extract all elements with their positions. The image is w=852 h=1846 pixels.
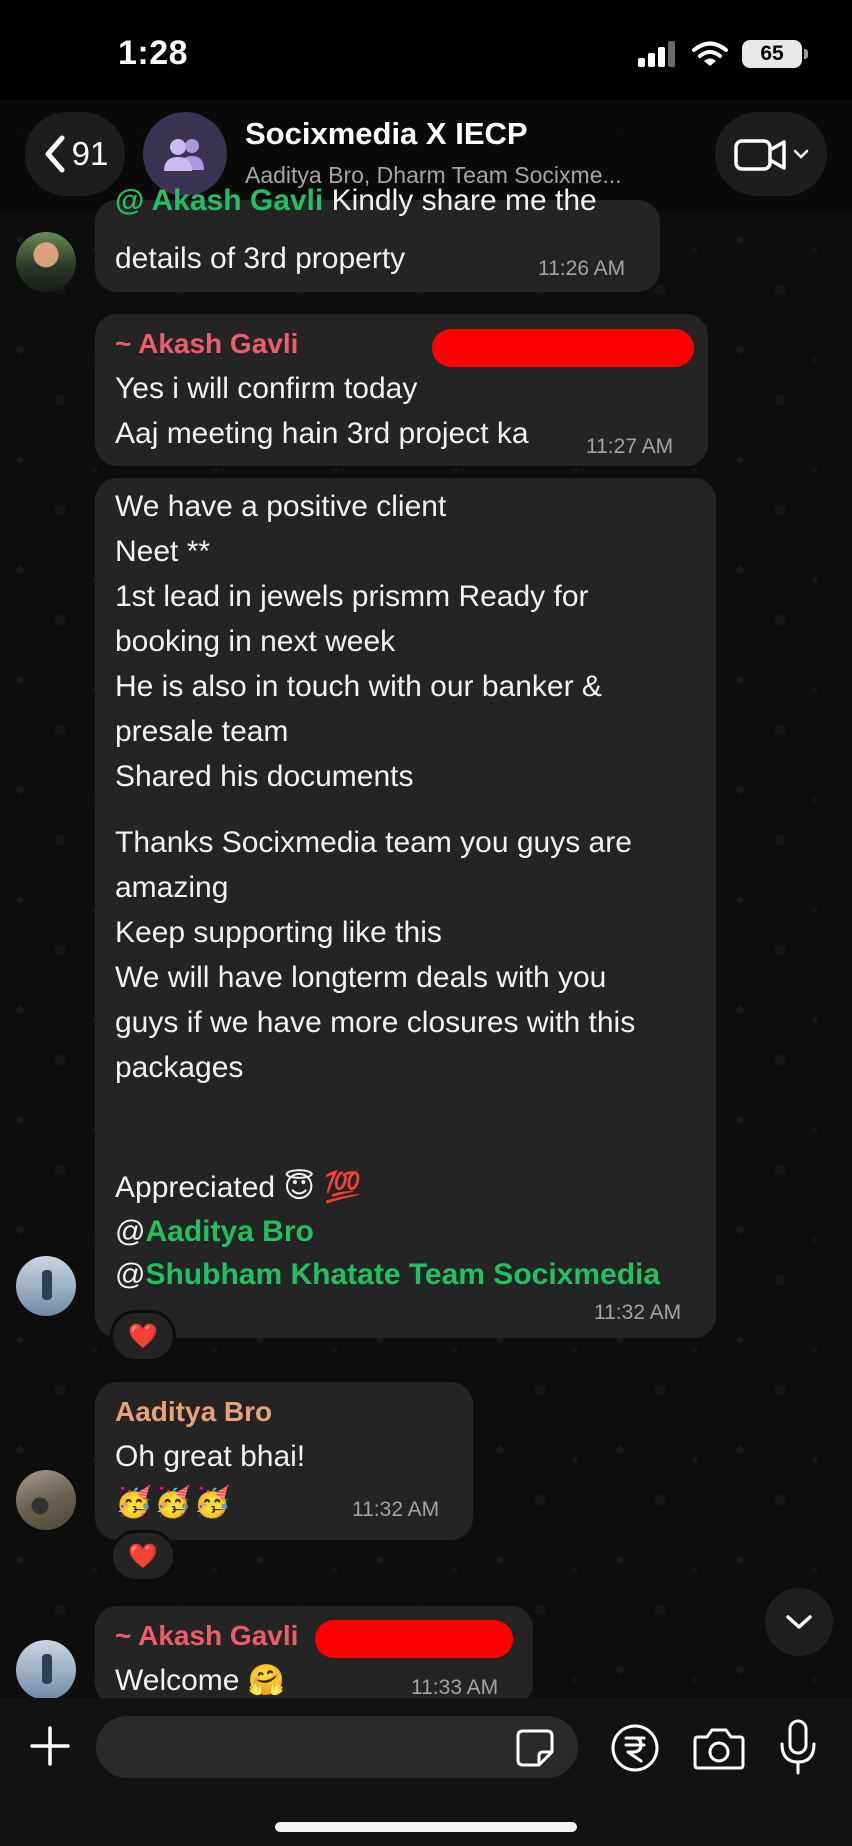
redaction-mark (432, 329, 694, 367)
message-bubble[interactable]: ~ Akash Gavli Yes i will confirm today A… (95, 314, 708, 466)
status-icons: 65 (638, 40, 808, 68)
message-line: amazing (115, 871, 229, 904)
sender-name[interactable]: ~ Akash Gavli (115, 326, 298, 362)
unread-count: 91 (71, 135, 109, 172)
home-indicator (275, 1822, 577, 1832)
camera-icon (693, 1728, 745, 1770)
at-sign: @ (115, 1215, 146, 1248)
message-input[interactable] (96, 1716, 578, 1778)
reaction-heart[interactable]: ❤️ (110, 1310, 176, 1362)
chevron-down-icon (786, 1615, 812, 1629)
mention[interactable]: Aaditya Bro (145, 1215, 313, 1248)
message-line: guys if we have more closures with this (115, 1006, 636, 1039)
message-text: Oh great bhai! (115, 1440, 306, 1473)
video-call-button[interactable] (715, 112, 827, 196)
status-time: 1:28 (118, 34, 189, 72)
at-sign: @ (115, 1258, 146, 1291)
signal-icon (638, 41, 675, 67)
quoted-line: @ Akash Gavli Kindly share me the (115, 178, 597, 223)
reaction-heart[interactable]: ❤️ (110, 1530, 176, 1582)
camera-button[interactable] (692, 1723, 746, 1773)
mention[interactable]: Shubham Khatate Team Socixmedia (145, 1258, 660, 1291)
mention-line: @Aaditya Bro (115, 1209, 314, 1254)
sender-name[interactable]: ~ Akash Gavli (115, 1618, 298, 1654)
battery-indicator: 65 (742, 40, 808, 68)
chat-title: Socixmedia X IECP (245, 116, 528, 151)
message-bubble[interactable]: Aaditya Bro Oh great bhai! 🥳🥳🥳 11:32 AM (95, 1382, 473, 1540)
message-paragraph: Thanks Socixmedia team you guys are amaz… (115, 820, 635, 1090)
message-time: 11:26 AM (538, 257, 626, 280)
wifi-icon (692, 41, 728, 66)
rupee-icon (611, 1724, 659, 1772)
video-camera-icon (734, 139, 786, 171)
sticker-button[interactable] (515, 1728, 555, 1768)
message-line: Shared his documents (115, 760, 414, 793)
message-line: We will have longterm deals with you (115, 961, 607, 994)
message-line: booking in next week (115, 625, 396, 658)
message-line: 1st lead in jewels prismm Ready for (115, 580, 589, 613)
redaction-mark (315, 1620, 513, 1658)
plus-icon (30, 1726, 70, 1766)
message-line: Neet ** (115, 535, 211, 568)
avatar[interactable] (16, 1640, 76, 1700)
message-line: Thanks Socixmedia team you guys are (115, 826, 632, 859)
avatar[interactable] (16, 1470, 76, 1530)
message-line: Keep supporting like this (115, 916, 442, 949)
message-line: Welcome 🤗 (115, 1658, 285, 1703)
message-paragraph: We have a positive client Neet ** 1st le… (115, 484, 602, 799)
heart-icon: ❤️ (128, 1322, 158, 1350)
message-text: Welcome (115, 1664, 240, 1697)
heart-icon: ❤️ (128, 1542, 158, 1570)
mention-line: @Shubham Khatate Team Socixmedia (115, 1252, 660, 1297)
message-time: 11:33 AM (411, 1676, 499, 1699)
mention[interactable]: @ Akash Gavli (115, 184, 323, 217)
chevron-down-icon (793, 149, 809, 159)
microphone-button[interactable] (778, 1718, 818, 1776)
sticker-icon (516, 1729, 554, 1767)
group-icon (164, 139, 204, 171)
back-button[interactable]: 91 (25, 112, 125, 196)
sender-name[interactable]: Aaditya Bro (115, 1394, 272, 1430)
avatar[interactable] (16, 232, 76, 292)
message-bubble[interactable]: ~ Akash Gavli Welcome 🤗 11:33 AM (95, 1606, 533, 1706)
message-line: He is also in touch with our banker & (115, 670, 602, 703)
message-bubble[interactable]: @ Akash Gavli Kindly share me the detail… (95, 184, 660, 292)
message-bubble[interactable]: We have a positive client Neet ** 1st le… (95, 478, 716, 1338)
message-time: 11:32 AM (594, 1301, 682, 1324)
chevron-left-icon (45, 135, 65, 173)
message-line: We have a positive client (115, 490, 447, 523)
emoji: 🤗 (247, 1663, 286, 1698)
emoji: 😇 💯 (283, 1170, 362, 1205)
quoted-text: Kindly share me the (323, 184, 597, 217)
avatar[interactable] (16, 1256, 76, 1316)
microphone-icon (780, 1719, 816, 1775)
attach-button[interactable] (22, 1718, 78, 1774)
scroll-to-bottom-button[interactable] (765, 1588, 833, 1656)
message-time: 11:32 AM (352, 1498, 440, 1521)
status-bar: 1:28 65 (0, 0, 852, 100)
message-line: presale team (115, 715, 289, 748)
message-line: packages (115, 1051, 244, 1084)
message-time: 11:27 AM (586, 435, 674, 458)
message-line: Appreciated 😇 💯 (115, 1165, 362, 1210)
message-text: details of 3rd property (115, 242, 406, 275)
composer-bar (0, 1698, 852, 1846)
appreciated-text: Appreciated (115, 1171, 276, 1204)
message-line: Aaj meeting hain 3rd project ka (115, 417, 529, 450)
emoji: 🥳🥳🥳 (115, 1485, 234, 1520)
message-line: Yes i will confirm today (115, 372, 418, 405)
payment-button[interactable] (610, 1723, 660, 1773)
